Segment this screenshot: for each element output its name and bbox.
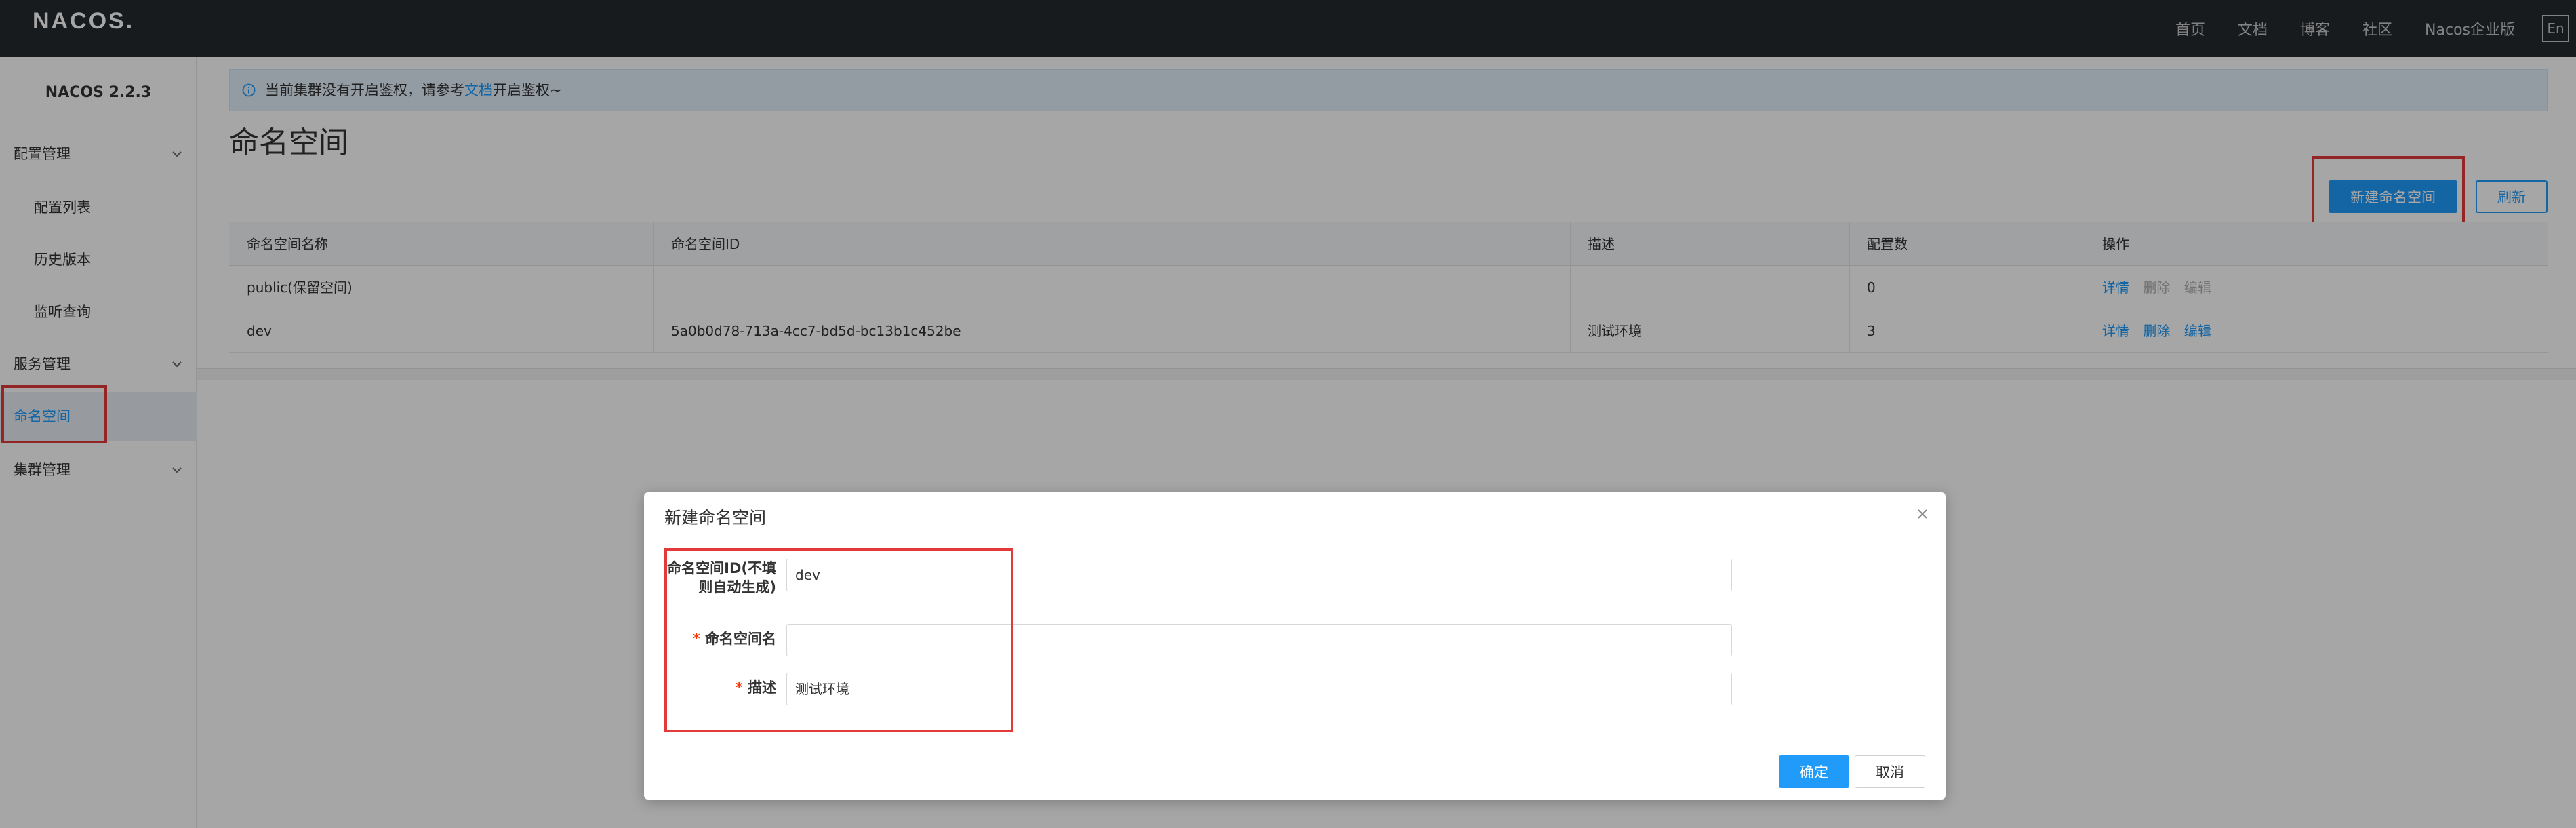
namespace-name-input[interactable] (786, 624, 1732, 656)
cancel-button[interactable]: 取消 (1855, 755, 1925, 788)
required-asterisk: * (735, 679, 748, 696)
namespace-id-input[interactable]: dev (786, 559, 1732, 591)
namespace-id-label-line2: 则自动生成) (698, 579, 776, 595)
description-label-text: 描述 (748, 679, 776, 696)
required-asterisk: * (692, 631, 705, 647)
description-input[interactable]: 测试环境 (786, 673, 1732, 705)
description-label: * 描述 (658, 678, 776, 697)
namespace-id-label-line1: 命名空间ID(不填 (667, 560, 776, 576)
dialog-title: 新建命名空间 (664, 508, 767, 528)
close-icon[interactable] (1913, 505, 1932, 524)
namespace-name-label-text: 命名空间名 (705, 631, 776, 647)
confirm-button[interactable]: 确定 (1779, 755, 1849, 788)
namespace-id-label: 命名空间ID(不填 则自动生成) (658, 559, 776, 597)
new-namespace-dialog: 新建命名空间 命名空间ID(不填 则自动生成) dev * 命名空间名 * 描述… (644, 492, 1946, 800)
namespace-name-label: * 命名空间名 (658, 629, 776, 648)
